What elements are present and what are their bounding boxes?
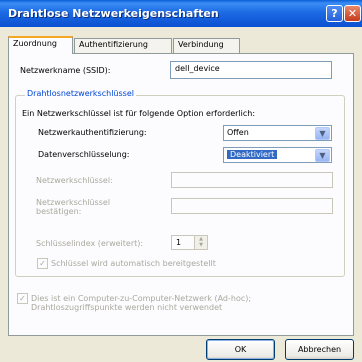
- chevron-down-icon[interactable]: ▼: [315, 149, 330, 162]
- ssid-label: Netzwerkname (SSID):: [20, 66, 111, 75]
- tab-authentifizierung[interactable]: Authentifizierung: [74, 38, 172, 53]
- dialog-window: Drahtlose Netzwerkeigenschaften ? ✕ Zuor…: [0, 0, 362, 362]
- auto-key-checkbox[interactable]: ✓: [37, 258, 48, 269]
- key-required-text: Ein Netzwerkschlüssel ist für folgende O…: [22, 109, 256, 118]
- cancel-button[interactable]: Abbrechen: [285, 339, 354, 360]
- tab-verbindung[interactable]: Verbindung: [173, 38, 240, 53]
- help-button[interactable]: ?: [326, 5, 343, 22]
- network-key-legend: Drahtlosnetzwerkschlüssel: [25, 89, 136, 98]
- close-button[interactable]: ✕: [344, 5, 361, 22]
- stepper-arrows-icon[interactable]: ▲ ▼: [194, 236, 207, 249]
- key-index-label: Schlüsselindex (erweitert):: [36, 239, 144, 248]
- confirm-key-label-line1: Netzwerkschlüssel: [36, 198, 111, 207]
- title-bar[interactable]: Drahtlose Netzwerkeigenschaften ? ✕: [0, 0, 362, 27]
- auto-key-label: Schlüssel wird automatisch bereitgestell…: [51, 259, 216, 268]
- confirm-key-input[interactable]: [171, 198, 333, 214]
- auth-label: Netzwerkauthentifizierung:: [38, 128, 147, 137]
- ssid-input[interactable]: dell_device: [170, 61, 332, 79]
- adhoc-label-line1: Dies ist ein Computer-zu-Computer-Netzwe…: [31, 294, 252, 303]
- chevron-down-icon[interactable]: ▼: [315, 127, 330, 140]
- encryption-select[interactable]: Deaktiviert ▼: [223, 147, 332, 163]
- auth-select-value: Offen: [227, 128, 249, 137]
- ok-button[interactable]: OK: [206, 339, 275, 360]
- network-key-input[interactable]: [171, 172, 333, 188]
- window-title: Drahtlose Netzwerkeigenschaften: [8, 7, 219, 20]
- adhoc-label-line2: Drahtloszugriffspunkte werden nicht verw…: [31, 303, 223, 312]
- encryption-label: Datenverschlüsselung:: [38, 150, 130, 159]
- confirm-key-label-line2: bestätigen:: [36, 207, 82, 216]
- ssid-value: dell_device: [175, 64, 220, 73]
- encryption-select-value: Deaktiviert: [227, 150, 278, 159]
- key-index-value: 1: [176, 238, 182, 247]
- adhoc-checkbox[interactable]: ✓: [17, 293, 28, 304]
- network-key-label: Netzwerkschlüssel:: [36, 176, 113, 185]
- tab-zuordnung[interactable]: Zuordnung: [8, 36, 73, 54]
- auth-select[interactable]: Offen ▼: [223, 125, 332, 141]
- key-index-stepper[interactable]: 1 ▲ ▼: [171, 235, 208, 250]
